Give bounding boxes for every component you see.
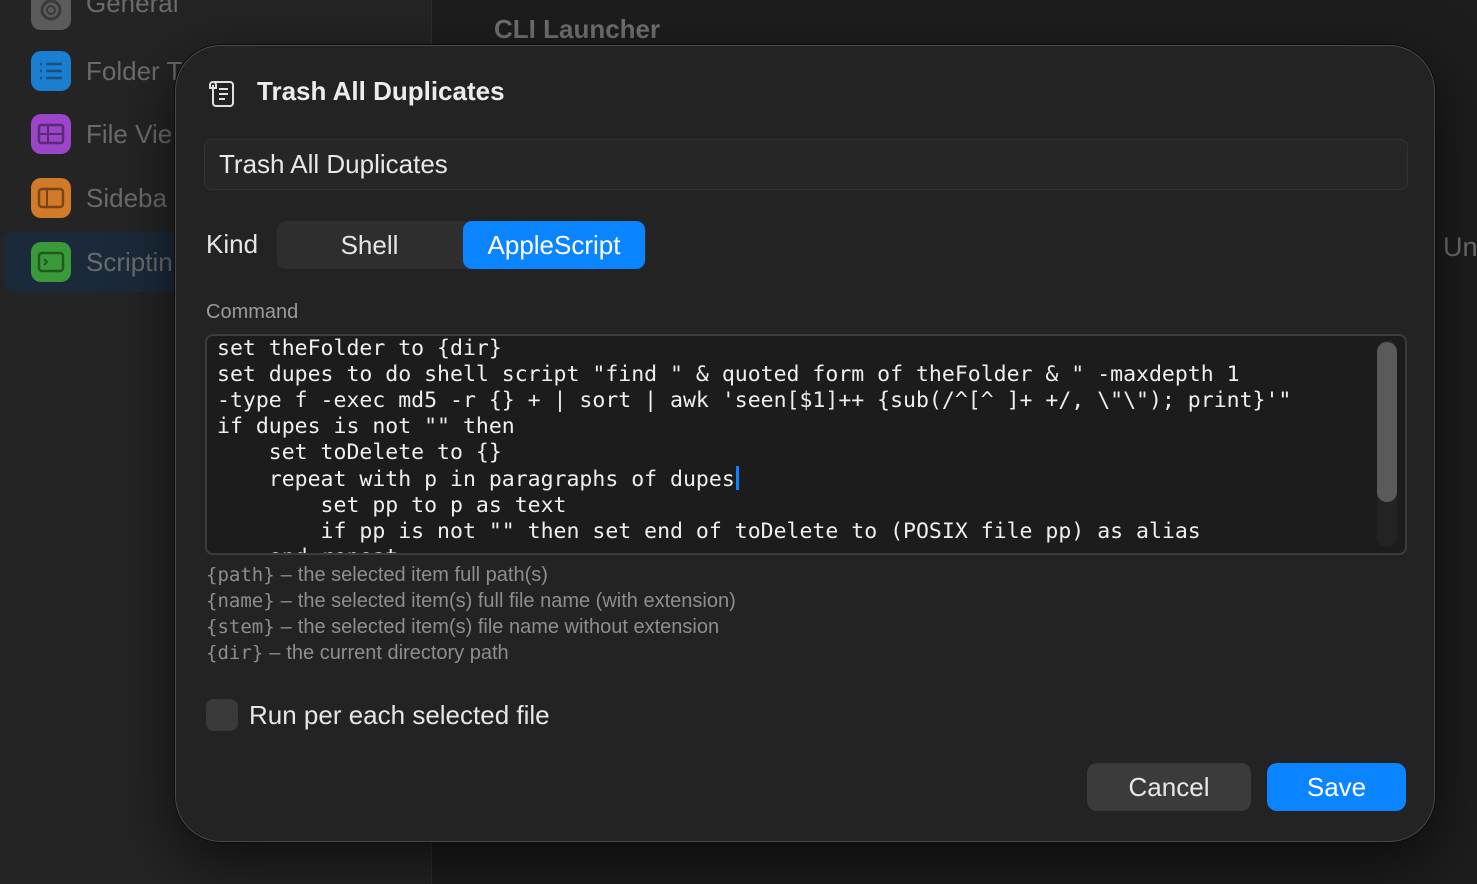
kind-label: Kind — [206, 229, 259, 259]
hint-text: the current directory path — [286, 641, 509, 664]
command-editor[interactable]: set theFolder to {dir} set dupes to do sh… — [205, 334, 1407, 555]
command-code[interactable]: set theFolder to {dir} set dupes to do sh… — [217, 336, 1367, 553]
scrollbar-thumb[interactable] — [1377, 342, 1397, 502]
kind-option-applescript[interactable]: AppleScript — [463, 221, 645, 269]
hint-row: {path} – the selected item full path(s) — [206, 563, 548, 587]
text-caret — [735, 466, 739, 490]
hint-text: the selected item(s) file name without e… — [297, 615, 720, 638]
terminal-icon — [31, 242, 71, 282]
sidebar-item-label: File Vie — [86, 118, 173, 149]
sidebar-item-label: Sideba — [86, 182, 167, 213]
dialog-title: Trash All Duplicates — [257, 76, 505, 106]
code-line: end repeat — [217, 545, 1367, 553]
command-label: Command — [206, 301, 299, 323]
code-line: set theFolder to {dir} — [217, 336, 502, 361]
kind-option-shell[interactable]: Shell — [277, 221, 462, 269]
code-line: set toDelete to {} — [217, 440, 502, 465]
run-per-file-checkbox[interactable] — [206, 699, 238, 731]
hint-text: the selected item(s) full file name (wit… — [297, 589, 736, 612]
kind-segmented-control: Shell AppleScript — [277, 221, 646, 269]
sidebar-item-label: General — [86, 0, 179, 18]
sidebar-icon — [31, 178, 71, 218]
code-line: if dupes is not "" then — [217, 414, 515, 439]
table-icon — [31, 114, 71, 154]
sidebar-item-label: Scriptin — [86, 246, 173, 277]
code-line: -type f -exec md5 -r {} + | sort | awk '… — [217, 388, 1292, 413]
hint-row: {name} – the selected item(s) full file na… — [206, 589, 736, 613]
command-name-field[interactable]: Trash All Duplicates — [204, 139, 1408, 190]
gear-icon — [31, 0, 71, 30]
hint-token: {dir} — [206, 642, 264, 664]
hint-token: {path} — [206, 564, 275, 586]
code-line: set pp to p as text — [217, 493, 567, 518]
hint-row: {stem} – the selected item(s) file name wi… — [206, 615, 720, 639]
save-button[interactable]: Save — [1267, 763, 1406, 811]
edit-command-dialog: Trash All Duplicates Trash All Duplicate… — [175, 45, 1435, 842]
run-per-file-label[interactable]: Run per each selected file — [249, 700, 550, 731]
section-title: CLI Launcher — [494, 14, 661, 44]
command-scrollbar[interactable] — [1377, 340, 1397, 547]
code-line-with-caret: repeat with p in paragraphs of dupes — [217, 466, 1367, 493]
code-line: if pp is not "" then set end of toDelete… — [217, 519, 1201, 544]
cancel-button[interactable]: Cancel — [1087, 763, 1251, 811]
hint-text: the selected item full path(s) — [297, 563, 548, 586]
scroll-icon — [208, 79, 236, 109]
hint-token: {stem} — [206, 616, 275, 638]
run-per-file-row: Run per each selected file — [206, 699, 550, 731]
code-line: repeat with p in paragraphs of dupes — [217, 467, 735, 492]
hint-row: {dir} – the current directory path — [206, 641, 509, 665]
list-icon — [31, 51, 71, 91]
hint-token: {name} — [206, 590, 275, 612]
placeholder-hints: {path} – the selected item full path(s) {n… — [206, 562, 736, 666]
code-line: set dupes to do shell script "find " & q… — [217, 362, 1240, 387]
partial-column-text: Un — [1443, 232, 1477, 262]
sidebar-item-general[interactable]: General — [4, 0, 424, 40]
sidebar-item-label: Folder T — [86, 55, 183, 86]
